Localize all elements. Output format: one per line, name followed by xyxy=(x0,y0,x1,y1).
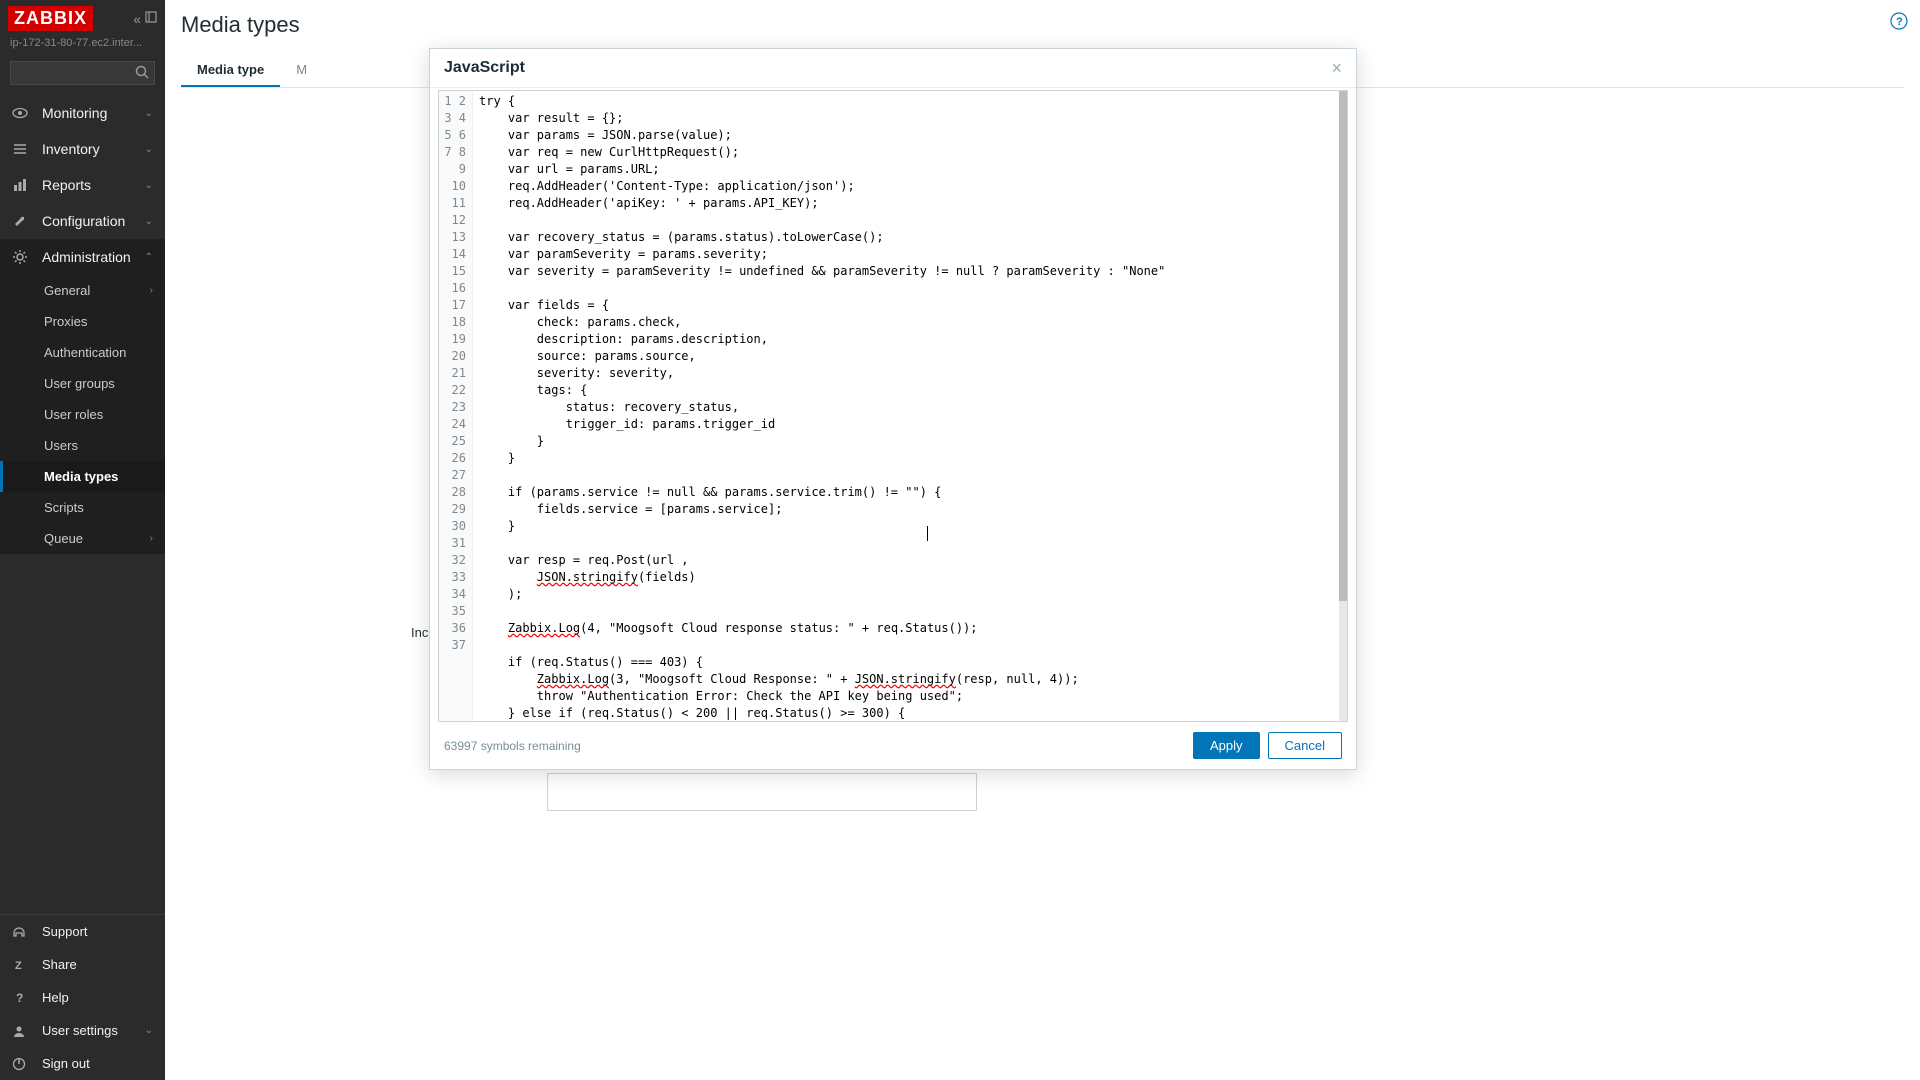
hostname: ip-172-31-80-77.ec2.inter... xyxy=(0,37,165,57)
sidebar-item-users[interactable]: Users xyxy=(0,430,165,461)
nav-label: Queue xyxy=(44,531,83,546)
sidebar: ZABBIX « ip-172-31-80-77.ec2.inter... Mo… xyxy=(0,0,165,1080)
page-help-icon[interactable]: ? xyxy=(1890,12,1908,30)
scrollbar[interactable] xyxy=(1339,91,1347,721)
nav: Monitoring ⌄ Inventory ⌄ Reports ⌄ Confi… xyxy=(0,95,165,914)
nav-label: Inventory xyxy=(42,141,100,157)
share-icon: Z xyxy=(12,958,32,972)
nav-label: Support xyxy=(42,924,88,939)
sidebar-item-queue[interactable]: Queue › xyxy=(0,523,165,554)
chevron-down-icon: ⌄ xyxy=(145,1025,153,1036)
chevron-down-icon: ⌄ xyxy=(145,180,153,191)
nav-label: Reports xyxy=(42,177,91,193)
sidebar-item-proxies[interactable]: Proxies xyxy=(0,306,165,337)
modal-title: JavaScript xyxy=(444,59,525,77)
sidebar-item-userroles[interactable]: User roles xyxy=(0,399,165,430)
signout-icon xyxy=(12,1057,32,1071)
svg-text:Z: Z xyxy=(15,960,22,972)
sidebar-item-administration[interactable]: Administration ⌃ xyxy=(0,239,165,275)
user-icon xyxy=(12,1024,32,1038)
sidebar-item-help[interactable]: ? Help xyxy=(0,981,165,1014)
logo[interactable]: ZABBIX xyxy=(8,6,93,31)
logo-row: ZABBIX « xyxy=(0,0,165,37)
chart-icon xyxy=(12,177,32,193)
main: Media types ? Media type M Incl JavaScri… xyxy=(165,0,1920,1080)
chevron-down-icon: ⌄ xyxy=(145,144,153,155)
chevron-right-icon: › xyxy=(150,533,153,544)
eye-icon xyxy=(12,105,32,121)
sidebar-item-scripts[interactable]: Scripts xyxy=(0,492,165,523)
cancel-button[interactable]: Cancel xyxy=(1268,732,1342,759)
search-icon[interactable] xyxy=(131,63,153,81)
chevron-right-icon: › xyxy=(150,285,153,296)
tab-mediatype[interactable]: Media type xyxy=(181,54,280,87)
nav-label: User settings xyxy=(42,1023,118,1038)
nav-label: Monitoring xyxy=(42,105,107,121)
sidebar-item-support[interactable]: Support xyxy=(0,915,165,948)
collapse-icon[interactable]: « xyxy=(133,11,141,27)
nav-label: Authentication xyxy=(44,345,126,360)
chevron-down-icon: ⌄ xyxy=(145,108,153,119)
code-editor[interactable]: 1 2 3 4 5 6 7 8 9 10 11 12 13 14 15 16 1… xyxy=(438,90,1348,722)
sidebar-item-monitoring[interactable]: Monitoring ⌄ xyxy=(0,95,165,131)
nav-label: User groups xyxy=(44,376,115,391)
nav-label: Share xyxy=(42,957,77,972)
sidebar-item-inventory[interactable]: Inventory ⌄ xyxy=(0,131,165,167)
nav-label: Proxies xyxy=(44,314,87,329)
modal-footer: 63997 symbols remaining Apply Cancel xyxy=(430,722,1356,769)
svg-text:?: ? xyxy=(16,991,23,1005)
nav-label: User roles xyxy=(44,407,103,422)
sidebar-item-authentication[interactable]: Authentication xyxy=(0,337,165,368)
sidebar-item-reports[interactable]: Reports ⌄ xyxy=(0,167,165,203)
wrench-icon xyxy=(12,213,32,229)
apply-button[interactable]: Apply xyxy=(1193,732,1260,759)
sidebar-item-general[interactable]: General › xyxy=(0,275,165,306)
sidebar-item-mediatypes[interactable]: Media types xyxy=(0,461,165,492)
headset-icon xyxy=(12,925,32,939)
modal-header: JavaScript × xyxy=(430,49,1356,88)
tab-partial[interactable]: M xyxy=(280,54,323,87)
nav-label: General xyxy=(44,283,90,298)
sidebar-item-configuration[interactable]: Configuration ⌄ xyxy=(0,203,165,239)
nav-label: Scripts xyxy=(44,500,84,515)
popout-icon[interactable] xyxy=(145,11,157,27)
hidden-textarea[interactable] xyxy=(547,773,977,811)
close-icon[interactable]: × xyxy=(1331,59,1342,77)
nav-label: Help xyxy=(42,990,69,1005)
javascript-modal: JavaScript × 1 2 3 4 5 6 7 8 9 10 11 12 … xyxy=(429,48,1357,770)
nav-label: Sign out xyxy=(42,1056,90,1071)
help-icon: ? xyxy=(12,991,32,1005)
symbols-remaining: 63997 symbols remaining xyxy=(444,739,581,753)
search-box xyxy=(10,61,155,85)
scrollbar-thumb[interactable] xyxy=(1339,91,1347,601)
svg-text:?: ? xyxy=(1896,16,1903,28)
sidebar-item-share[interactable]: Z Share xyxy=(0,948,165,981)
chevron-down-icon: ⌄ xyxy=(145,216,153,227)
page-title: Media types xyxy=(181,12,1904,38)
sidebar-item-usergroups[interactable]: User groups xyxy=(0,368,165,399)
code-area[interactable]: try { var result = {}; var params = JSON… xyxy=(473,91,1347,721)
sidebar-item-usersettings[interactable]: User settings ⌄ xyxy=(0,1014,165,1047)
modal-backdrop: JavaScript × 1 2 3 4 5 6 7 8 9 10 11 12 … xyxy=(165,0,1920,1080)
chevron-up-icon: ⌃ xyxy=(145,252,153,263)
list-icon xyxy=(12,141,32,157)
sidebar-item-signout[interactable]: Sign out xyxy=(0,1047,165,1080)
nav-footer: Support Z Share ? Help User settings ⌄ S… xyxy=(0,914,165,1080)
nav-label: Administration xyxy=(42,249,131,265)
line-gutter: 1 2 3 4 5 6 7 8 9 10 11 12 13 14 15 16 1… xyxy=(439,91,473,721)
nav-label: Configuration xyxy=(42,213,125,229)
nav-label: Users xyxy=(44,438,78,453)
nav-label: Media types xyxy=(44,469,118,484)
gear-icon xyxy=(12,249,32,265)
